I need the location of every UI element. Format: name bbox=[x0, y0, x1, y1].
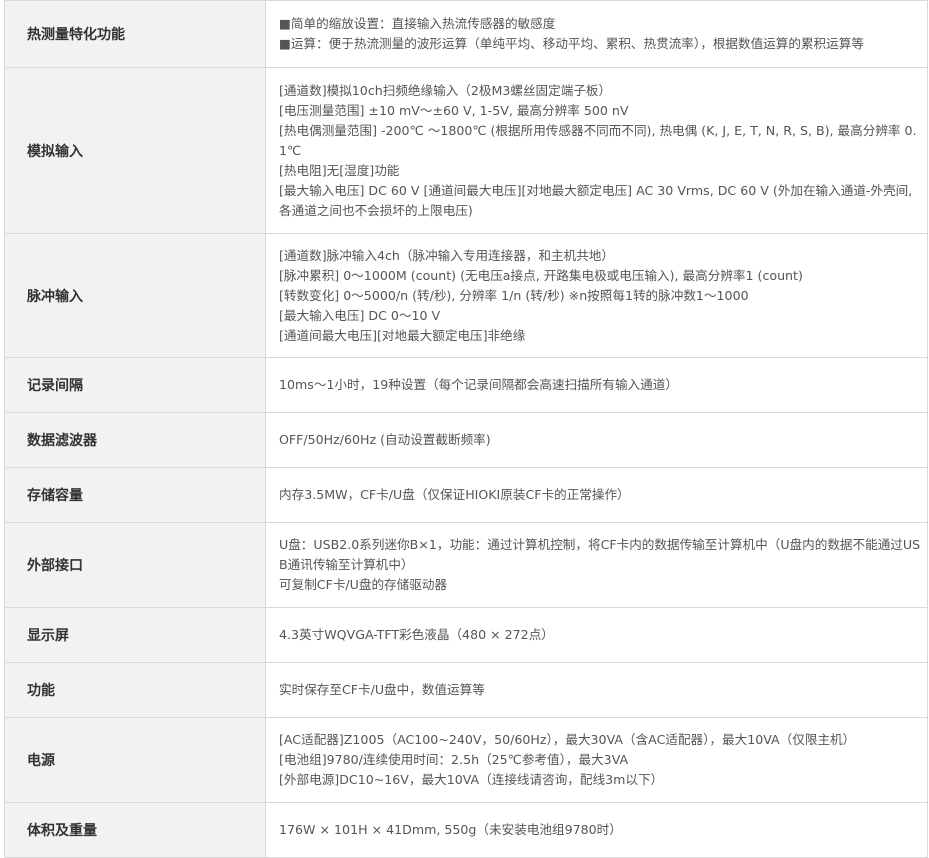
spec-value-line: 内存3.5MW，CF卡/U盘（仅保证HIOKI原装CF卡的正常操作） bbox=[279, 487, 630, 502]
spec-row: 体积及重量 176W × 101H × 41Dmm, 550g（未安装电池组978… bbox=[4, 802, 928, 858]
spec-value-line: [通道间最大电压][对地最大额定电压]非绝缘 bbox=[279, 327, 526, 343]
spec-row: 脉冲输入 [通道数]脉冲输入4ch（脉冲输入专用连接器，和主机共地） [脉冲累积] … bbox=[4, 233, 928, 358]
spec-value: OFF/50Hz/60Hz (自动设置截断频率) bbox=[265, 412, 928, 468]
spec-row: 数据滤波器 OFF/50Hz/60Hz (自动设置截断频率) bbox=[4, 412, 928, 468]
spec-value: 实时保存至CF卡/U盘中，数值运算等 bbox=[265, 662, 928, 718]
spec-row: 功能 实时保存至CF卡/U盘中，数值运算等 bbox=[4, 662, 928, 718]
spec-value-line: [最大输入电压] DC 60 V [通道间最大电压][对地最大额定电压] AC … bbox=[279, 182, 913, 218]
spec-value: 4.3英寸WQVGA-TFT彩色液晶（480 × 272点） bbox=[265, 607, 928, 663]
spec-label: 存储容量 bbox=[4, 467, 266, 523]
spec-value-line: 176W × 101H × 41Dmm, 550g（未安装电池组9780时） bbox=[279, 822, 622, 837]
spec-value-line: [电压测量范围] ±10 mV～±60 V, 1-5V, 最高分辨率 500 n… bbox=[279, 102, 629, 118]
spec-row: 模拟输入 [通道数]模拟10ch扫频绝缘输入（2极M3螺丝固定端子板） [电压测量范… bbox=[4, 67, 928, 234]
spec-row: 记录间隔 10ms～1小时，19种设置（每个记录间隔都会高速扫描所有输入通道） bbox=[4, 357, 928, 413]
spec-value-line: U盘：USB2.0系列迷你B×1，功能：通过计算机控制，将CF卡内的数据传输至计… bbox=[279, 537, 921, 572]
spec-label: 外部接口 bbox=[4, 522, 266, 608]
spec-label: 模拟输入 bbox=[4, 67, 266, 234]
spec-label: 电源 bbox=[4, 717, 266, 803]
spec-value-line: OFF/50Hz/60Hz (自动设置截断频率) bbox=[279, 432, 491, 447]
spec-value-line: 4.3英寸WQVGA-TFT彩色液晶（480 × 272点） bbox=[279, 627, 554, 642]
spec-value-line: [热电偶测量范围] -200℃ ～1800℃ (根据所用传感器不同而不同), 热… bbox=[279, 122, 917, 158]
spec-row: 外部接口 U盘：USB2.0系列迷你B×1，功能：通过计算机控制，将CF卡内的数据… bbox=[4, 522, 928, 608]
spec-label: 热测量特化功能 bbox=[4, 0, 266, 68]
spec-value-line: 实时保存至CF卡/U盘中，数值运算等 bbox=[279, 682, 485, 697]
spec-row: 显示屏 4.3英寸WQVGA-TFT彩色液晶（480 × 272点） bbox=[4, 607, 928, 663]
spec-value-line: ■简单的缩放设置：直接输入热流传感器的敏感度 bbox=[279, 16, 556, 31]
spec-label: 数据滤波器 bbox=[4, 412, 266, 468]
spec-label: 记录间隔 bbox=[4, 357, 266, 413]
spec-table-body: 热测量特化功能 ■简单的缩放设置：直接输入热流传感器的敏感度 ■运算：便于热流测量的… bbox=[4, 0, 928, 858]
spec-value-line: [AC适配器]Z1005（AC100~240V，50/60Hz），最大30VA（… bbox=[279, 732, 856, 747]
spec-value-line: [通道数]脉冲输入4ch（脉冲输入专用连接器，和主机共地） bbox=[279, 247, 614, 263]
spec-value-line: [电池组]9780/连续使用时间：2.5h（25℃参考值），最大3VA bbox=[279, 752, 629, 767]
spec-value: 176W × 101H × 41Dmm, 550g（未安装电池组9780时） bbox=[265, 802, 928, 858]
spec-value: U盘：USB2.0系列迷你B×1，功能：通过计算机控制，将CF卡内的数据传输至计… bbox=[265, 522, 928, 608]
spec-value-line: [脉冲累积] 0～1000M (count) (无电压a接点, 开路集电极或电压… bbox=[279, 267, 803, 283]
spec-row: 热测量特化功能 ■简单的缩放设置：直接输入热流传感器的敏感度 ■运算：便于热流测量的… bbox=[4, 0, 928, 68]
spec-value: 10ms～1小时，19种设置（每个记录间隔都会高速扫描所有输入通道） bbox=[265, 357, 928, 413]
spec-value-line: ■运算：便于热流测量的波形运算（单纯平均、移动平均、累积、热贯流率），根据数值运… bbox=[279, 36, 864, 51]
spec-value-line: [最大输入电压] DC 0～10 V bbox=[279, 307, 441, 323]
spec-row: 存储容量 内存3.5MW，CF卡/U盘（仅保证HIOKI原装CF卡的正常操作） bbox=[4, 467, 928, 523]
spec-value: ■简单的缩放设置：直接输入热流传感器的敏感度 ■运算：便于热流测量的波形运算（单纯… bbox=[265, 0, 928, 68]
spec-table: 热测量特化功能 ■简单的缩放设置：直接输入热流传感器的敏感度 ■运算：便于热流测量的… bbox=[4, 0, 928, 858]
spec-value: [通道数]脉冲输入4ch（脉冲输入专用连接器，和主机共地） [脉冲累积] 0～10… bbox=[265, 233, 928, 358]
spec-value-line: [外部电源]DC10~16V，最大10VA（连接线请咨询，配线3m以下） bbox=[279, 772, 664, 787]
spec-label: 体积及重量 bbox=[4, 802, 266, 858]
spec-value-line: [热电阻]无[湿度]功能 bbox=[279, 162, 400, 178]
spec-row: 电源 [AC适配器]Z1005（AC100~240V，50/60Hz），最大30V… bbox=[4, 717, 928, 803]
spec-value-line: 可复制CF卡/U盘的存储驱动器 bbox=[279, 577, 448, 592]
spec-label: 显示屏 bbox=[4, 607, 266, 663]
spec-value: [通道数]模拟10ch扫频绝缘输入（2极M3螺丝固定端子板） [电压测量范围] ±… bbox=[265, 67, 928, 234]
spec-value: 内存3.5MW，CF卡/U盘（仅保证HIOKI原装CF卡的正常操作） bbox=[265, 467, 928, 523]
spec-value-line: [转数变化] 0～5000/n (转/秒), 分辨率 1/n (转/秒) ※n按… bbox=[279, 287, 749, 303]
spec-value: [AC适配器]Z1005（AC100~240V，50/60Hz），最大30VA（… bbox=[265, 717, 928, 803]
spec-label: 功能 bbox=[4, 662, 266, 718]
spec-value-line: 10ms～1小时，19种设置（每个记录间隔都会高速扫描所有输入通道） bbox=[279, 377, 678, 392]
spec-value-line: [通道数]模拟10ch扫频绝缘输入（2极M3螺丝固定端子板） bbox=[279, 82, 612, 98]
spec-label: 脉冲输入 bbox=[4, 233, 266, 358]
